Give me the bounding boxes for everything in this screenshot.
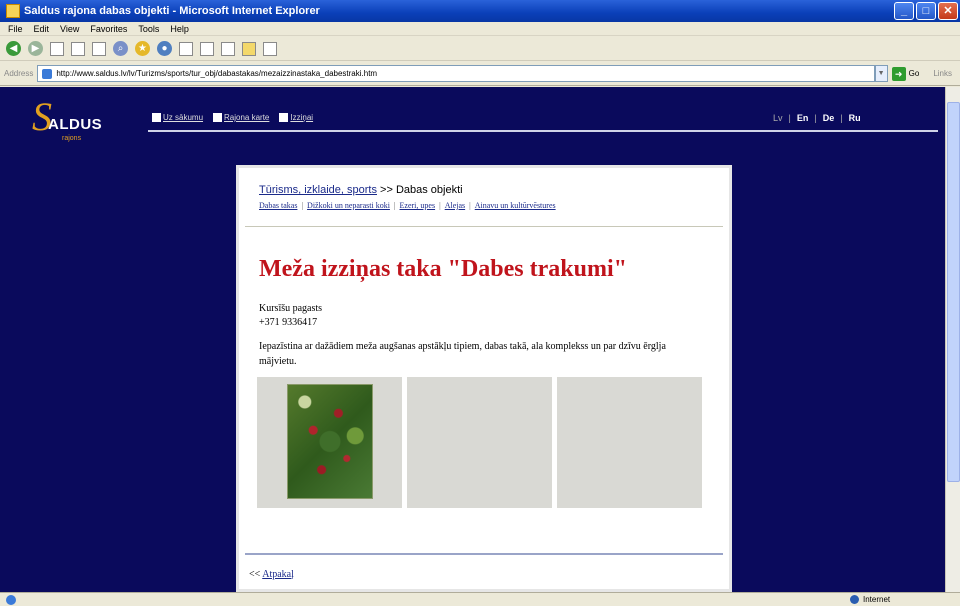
language-de[interactable]: De xyxy=(823,113,835,123)
subnav-trees[interactable]: Dižkoki un neparasti koki xyxy=(307,201,390,210)
search-icon[interactable]: ⌕ xyxy=(113,41,128,56)
location-text: Kursīšu pagasts xyxy=(259,303,323,314)
address-label: Address xyxy=(4,69,34,78)
window-title: Saldus rajona dabas objekti - Microsoft … xyxy=(24,5,320,17)
header-divider xyxy=(148,130,938,132)
address-url: http://www.saldus.lv/lv/Turizms/sports/t… xyxy=(56,69,378,78)
ie-icon xyxy=(6,4,20,18)
go-label: Go xyxy=(908,69,920,78)
language-ru[interactable]: Ru xyxy=(849,113,861,123)
menu-bar: File Edit View Favorites Tools Help xyxy=(0,22,960,36)
minimize-button[interactable]: _ xyxy=(894,2,914,20)
menu-help[interactable]: Help xyxy=(170,24,189,34)
menu-tools[interactable]: Tools xyxy=(138,24,159,34)
info-icon xyxy=(279,113,289,122)
stop-icon[interactable] xyxy=(50,41,64,56)
back-prefix: << xyxy=(249,569,263,580)
photo-gallery xyxy=(257,377,703,508)
folder-icon[interactable] xyxy=(242,41,256,56)
status-bar: Internet xyxy=(0,592,960,606)
history-icon[interactable] xyxy=(179,41,193,56)
page-status-icon xyxy=(6,594,16,605)
menu-edit[interactable]: Edit xyxy=(34,24,50,34)
nav-map-label: Rajona karte xyxy=(224,113,270,122)
forest-photo[interactable] xyxy=(287,384,373,499)
logo-text: ALDUS xyxy=(48,116,103,133)
logo-subtitle: rajons xyxy=(62,135,82,142)
subnav-landscapes[interactable]: Ainavu un kultūrvēstures xyxy=(475,201,556,210)
subnav-lakes-rivers[interactable]: Ezeri, upes xyxy=(400,201,436,210)
breadcrumb-current: Dabas objekti xyxy=(395,184,463,196)
links-label[interactable]: Links xyxy=(933,69,952,78)
forward-arrow-icon[interactable]: ▶ xyxy=(28,41,43,56)
globe-icon xyxy=(850,595,859,604)
menu-file[interactable]: File xyxy=(8,24,23,34)
menu-favorites[interactable]: Favorites xyxy=(90,24,127,34)
phone-text: +371 9336417 xyxy=(259,317,318,328)
media-icon[interactable]: ● xyxy=(157,41,172,56)
security-zone: Internet xyxy=(850,595,890,604)
breadcrumb-link[interactable]: Tūrisms, izklaide, sports xyxy=(259,184,377,196)
gallery-cell[interactable] xyxy=(257,377,402,508)
messenger-icon[interactable] xyxy=(263,41,277,56)
bottom-divider xyxy=(245,553,723,555)
nav-info-label: Izziņai xyxy=(290,113,314,122)
home-icon[interactable] xyxy=(92,41,106,56)
address-bar: Address http://www.saldus.lv/lv/Turizms/… xyxy=(0,62,960,86)
scrollbar-thumb[interactable] xyxy=(947,102,960,482)
maximize-button[interactable]: □ xyxy=(916,2,936,20)
page-icon xyxy=(42,68,53,79)
map-icon xyxy=(213,113,223,122)
vertical-scrollbar[interactable] xyxy=(945,87,960,592)
address-input[interactable]: http://www.saldus.lv/lv/Turizms/sports/t… xyxy=(37,65,875,82)
page-heading: Meža izziņas taka "Dabes trakumi" xyxy=(259,256,627,282)
window-title-bar[interactable]: Saldus rajona dabas objekti - Microsoft … xyxy=(0,0,960,22)
sub-navigation: Dabas takas | Dižkoki un neparasti koki … xyxy=(259,201,556,210)
back-navigation: << Atpakaļ xyxy=(249,569,294,580)
go-button[interactable]: ➜ Go xyxy=(891,66,920,81)
breadcrumb: Tūrisms, izklaide, sports >> Dabas objek… xyxy=(259,184,463,196)
nav-map-link[interactable]: Rajona karte xyxy=(213,113,269,122)
menu-view[interactable]: View xyxy=(60,24,79,34)
top-navigation: Uz sākumu Rajona karte Izziņai xyxy=(152,113,323,122)
subnav-nature-trails[interactable]: Dabas takas xyxy=(259,201,297,210)
address-dropdown-icon[interactable]: ▼ xyxy=(874,65,888,82)
nav-home-label: Uz sākumu xyxy=(163,113,204,122)
gallery-cell-empty xyxy=(557,377,702,508)
back-arrow-icon[interactable]: ◀ xyxy=(6,41,21,56)
nav-info-link[interactable]: Izziņai xyxy=(279,113,313,122)
content-card: Tūrisms, izklaide, sports >> Dabas objek… xyxy=(236,165,732,592)
mail-icon[interactable] xyxy=(200,41,214,56)
print-icon[interactable] xyxy=(221,41,235,56)
nav-home-link[interactable]: Uz sākumu xyxy=(152,113,203,122)
zone-label: Internet xyxy=(863,595,891,604)
go-arrow-icon: ➜ xyxy=(891,66,906,81)
subnav-alleys[interactable]: Alejas xyxy=(445,201,465,210)
close-button[interactable]: ✕ xyxy=(938,2,958,20)
card-divider xyxy=(245,226,723,227)
breadcrumb-separator: >> xyxy=(376,184,396,196)
refresh-icon[interactable] xyxy=(71,41,85,56)
language-en[interactable]: En xyxy=(797,113,809,123)
favorites-star-icon[interactable]: ★ xyxy=(135,41,150,56)
language-switcher: Lv | En | De | Ru xyxy=(773,113,861,123)
description-text: Iepazīstina ar dažādiem meža augšanas ap… xyxy=(259,341,666,367)
language-current: Lv xyxy=(773,113,783,123)
web-page: S ALDUS rajons Uz sākumu Rajona karte Iz… xyxy=(0,87,945,592)
site-logo[interactable]: S ALDUS rajons xyxy=(32,94,122,143)
home-icon xyxy=(152,113,161,122)
toolbar: ◀ ▶ ⌕ ★ ● xyxy=(0,37,960,61)
back-link[interactable]: Atpakaļ xyxy=(262,569,294,580)
gallery-cell-empty xyxy=(407,377,552,508)
